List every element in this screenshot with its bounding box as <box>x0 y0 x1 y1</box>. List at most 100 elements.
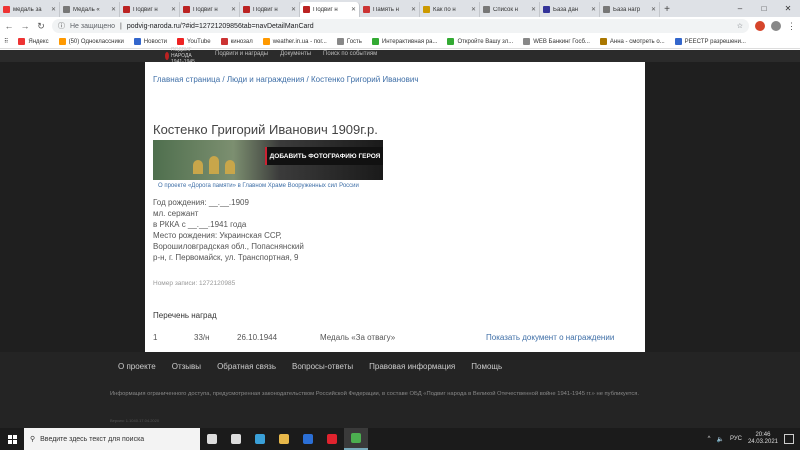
close-tab-icon[interactable]: ✕ <box>291 6 296 13</box>
close-tab-icon[interactable]: ✕ <box>111 6 116 13</box>
browser-tab[interactable]: Подвиг н ✕ <box>180 2 240 17</box>
show-document-link[interactable]: Показать документ о награждении <box>486 333 614 342</box>
bookmark-item[interactable]: Гость <box>336 38 362 45</box>
info-icon[interactable]: ⓘ <box>58 21 65 31</box>
app-icon[interactable] <box>224 428 248 450</box>
close-tab-icon[interactable]: ✕ <box>351 6 356 13</box>
award-number: 1 <box>153 333 158 342</box>
opera-icon[interactable] <box>320 428 344 450</box>
tab-favicon-icon <box>543 6 550 13</box>
browser-tab[interactable]: Список н ✕ <box>480 2 540 17</box>
add-photo-button[interactable]: ДОБАВИТЬ ФОТОГРАФИЮ ГЕРОЯ <box>265 147 383 165</box>
explorer-icon[interactable] <box>272 428 296 450</box>
person-facts: Год рождения: __.__.1909 мл. сержант в РКК… <box>153 197 304 263</box>
site-header: ПОДВИГ НАРОДА 1941-1945 Подвиги и наград… <box>0 47 800 65</box>
close-tab-icon[interactable]: ✕ <box>471 6 476 13</box>
close-tab-icon[interactable]: ✕ <box>171 6 176 13</box>
profile-avatar[interactable] <box>771 21 781 31</box>
site-logo[interactable]: ПОДВИГ НАРОДА 1941-1945 <box>165 47 205 65</box>
system-tray: ^ 🔈 РУС 20:46 24.03.2021 <box>708 432 800 446</box>
church-dome-icon <box>193 160 203 174</box>
bookmark-item[interactable]: WEB Банкинг Госб... <box>523 38 590 45</box>
footer-nav-link[interactable]: Помощь <box>471 362 502 371</box>
clock[interactable]: 20:46 24.03.2021 <box>748 432 778 446</box>
taskbar-search-input[interactable]: ⚲ Введите здесь текст для поиска <box>24 428 200 450</box>
browser-menu-icon[interactable]: ⋮ <box>787 21 796 32</box>
tray-chevron-icon[interactable]: ^ <box>708 436 711 442</box>
close-tab-icon[interactable]: ✕ <box>411 6 416 13</box>
extension-icon[interactable] <box>755 21 765 31</box>
footer-nav-link[interactable]: Правовая информация <box>369 362 455 371</box>
browser-tab[interactable]: Память н ✕ <box>360 2 420 17</box>
bookmark-item[interactable]: Анна - смотреть о... <box>599 38 665 45</box>
top-nav-item[interactable]: Поиск по событиям <box>323 50 377 60</box>
browser-tab[interactable]: медаль за ✕ <box>0 2 60 17</box>
forward-icon[interactable]: → <box>20 21 30 31</box>
bookmark-star-icon[interactable]: ☆ <box>737 22 743 30</box>
edge-icon[interactable] <box>248 428 272 450</box>
footer-nav-link[interactable]: О проекте <box>118 362 156 371</box>
explorer-icon <box>279 434 289 444</box>
page-viewport: ПОДВИГ НАРОДА 1941-1945 Подвиги и наград… <box>0 47 800 428</box>
close-tab-icon[interactable]: ✕ <box>651 6 656 13</box>
footer-nav-link[interactable]: Вопросы-ответы <box>292 362 353 371</box>
reload-icon[interactable]: ↻ <box>36 21 46 32</box>
browser-tab[interactable]: Как по н ✕ <box>420 2 480 17</box>
tab-title: Медаль « <box>73 6 100 13</box>
notifications-icon[interactable] <box>784 434 794 444</box>
chrome-icon[interactable] <box>344 428 368 450</box>
new-tab-button[interactable]: + <box>660 2 674 17</box>
footer-nav: О проекте Отзывы Обратная связь Вопросы-отв… <box>118 362 502 371</box>
bookmark-favicon-icon <box>177 38 185 45</box>
fact-line: мл. сержант <box>153 209 199 218</box>
browser-tab[interactable]: Подвиг н ✕ <box>120 2 180 17</box>
browser-tab[interactable]: База нагр ✕ <box>600 2 660 17</box>
bookmark-favicon-icon <box>133 38 141 45</box>
footer-nav-link[interactable]: Обратная связь <box>217 362 276 371</box>
bookmark-item[interactable]: Яндекс <box>18 38 49 45</box>
task-view-icon <box>207 434 217 444</box>
browser-tab[interactable]: База дан ✕ <box>540 2 600 17</box>
lang-indicator[interactable]: РУС <box>730 436 742 442</box>
bookmark-favicon-icon <box>18 38 26 45</box>
bookmark-item[interactable]: Интерактивная ра... <box>371 38 437 45</box>
close-tab-icon[interactable]: ✕ <box>591 6 596 13</box>
edge-icon <box>255 434 265 444</box>
top-nav-item[interactable]: Документы <box>280 50 311 60</box>
fact-line: Год рождения: __.__.1909 <box>153 198 249 207</box>
bookmark-item[interactable]: РЕЕСТР разрешени... <box>674 38 746 45</box>
browser-tab[interactable]: Подвиг н ✕ <box>300 2 360 17</box>
app-icon <box>231 434 241 444</box>
bookmark-item[interactable]: (50) Одноклассники <box>58 38 124 45</box>
bookmark-item[interactable]: Новости <box>133 38 167 45</box>
back-icon[interactable]: ← <box>4 21 14 31</box>
close-tab-icon[interactable]: ✕ <box>531 6 536 13</box>
start-button[interactable] <box>0 428 24 450</box>
top-nav-item[interactable]: Подвиги и награды <box>215 50 268 60</box>
memory-road-banner[interactable]: ДОБАВИТЬ ФОТОГРАФИЮ ГЕРОЯ <box>153 140 383 180</box>
version-text: Версия: 1.1040.17.04.2020 <box>110 418 160 423</box>
browser-tab[interactable]: Подвиг н ✕ <box>240 2 300 17</box>
footer-nav-link[interactable]: Отзывы <box>172 362 201 371</box>
bookmark-item[interactable]: кинозал <box>220 38 253 45</box>
tab-title: База дан <box>553 6 579 13</box>
bookmark-favicon-icon <box>523 38 531 45</box>
browser-tab[interactable]: Медаль « ✕ <box>60 2 120 17</box>
search-placeholder: Введите здесь текст для поиска <box>40 435 145 443</box>
breadcrumb[interactable]: Главная страница / Люди и награждения / … <box>153 75 419 84</box>
mail-icon[interactable] <box>296 428 320 450</box>
bookmark-item[interactable]: Откройте Вашу зл... <box>447 38 513 45</box>
close-tab-icon[interactable]: ✕ <box>231 6 236 13</box>
close-tab-icon[interactable]: ✕ <box>51 6 56 13</box>
banner-caption-link[interactable]: О проекте «Дорога памяти» в Главном Храм… <box>158 183 359 189</box>
bookmark-item[interactable]: YouTube <box>177 38 211 45</box>
apps-icon[interactable]: ⠿ <box>4 38 8 45</box>
award-order: 33/н <box>194 333 210 342</box>
task-view-icon[interactable] <box>200 428 224 450</box>
minimize-icon[interactable]: – <box>728 0 752 17</box>
bookmark-item[interactable]: weather.in.ua - пог... <box>262 38 327 45</box>
volume-icon[interactable]: 🔈 <box>716 436 723 443</box>
url-input[interactable]: ⓘ Не защищено | podvig-naroda.ru/?#id=12… <box>52 19 749 33</box>
close-window-icon[interactable]: ✕ <box>776 0 800 17</box>
maximize-icon[interactable]: □ <box>752 0 776 17</box>
